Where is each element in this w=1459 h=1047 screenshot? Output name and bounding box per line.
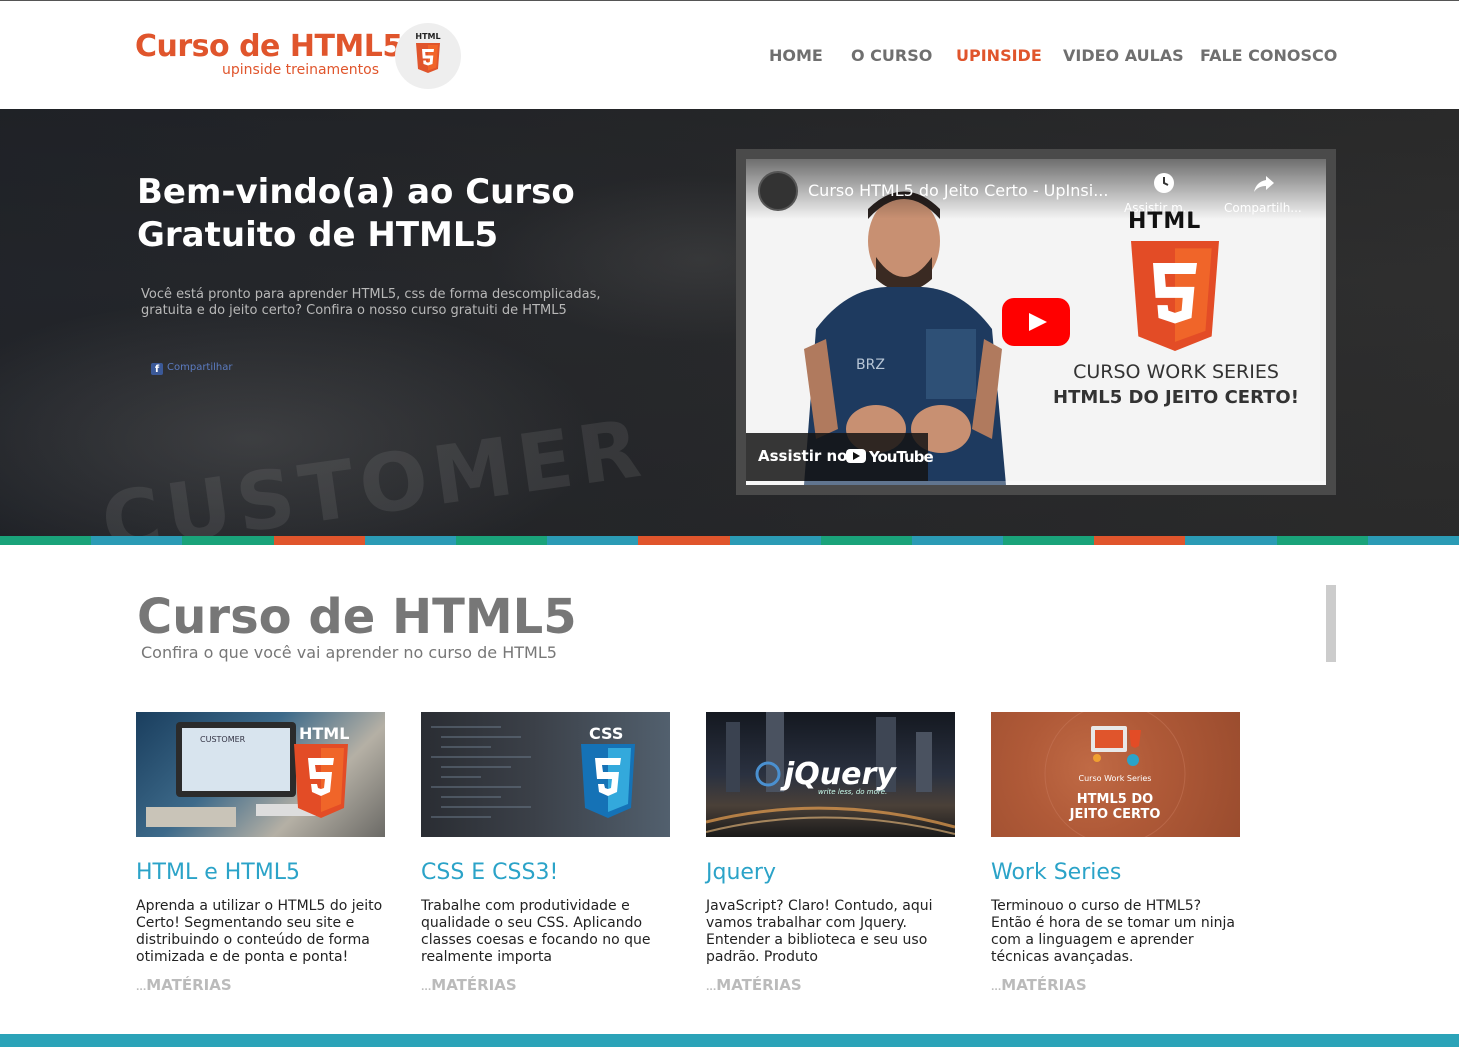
watch-on-youtube-button[interactable]: Assistir no YouTube: [746, 433, 934, 481]
stripe-segment: [820, 536, 912, 545]
stripe-segment: [0, 536, 92, 545]
html5-shield-icon: [1131, 241, 1219, 351]
section-scroll-indicator: [1326, 585, 1336, 662]
section-subtitle: Confira o que você vai aprender no curso…: [141, 643, 557, 662]
stripe-segment: [1185, 536, 1277, 545]
stripe-segment: [182, 536, 274, 545]
share-video-label[interactable]: Compartilh...: [1224, 201, 1302, 215]
youtube-wordmark: YouTube: [869, 448, 934, 466]
logo-title[interactable]: Curso de HTML5: [135, 29, 403, 64]
more-label: MATÉRIAS: [1001, 976, 1087, 994]
card-image-line1: HTML5 DO: [1077, 792, 1153, 807]
share-label: Compartilhar: [167, 362, 233, 373]
nav-fale-conosco[interactable]: FALE CONOSCO: [1200, 46, 1337, 68]
facebook-share-button[interactable]: f Compartilhar: [151, 362, 232, 376]
stripe-segment: [547, 536, 639, 545]
html5-shield-icon: [416, 43, 440, 73]
nav-video-aulas[interactable]: VIDEO AULAS: [1063, 46, 1184, 68]
nav-o-curso[interactable]: O CURSO: [851, 46, 932, 68]
hero-title: Bem-vindo(a) ao Curso Gratuito de HTML5: [137, 172, 575, 255]
facebook-icon: f: [151, 363, 163, 375]
more-label: MATÉRIAS: [716, 976, 802, 994]
card-text: Terminouo o curso de HTML5? Então é hora…: [991, 898, 1235, 965]
card-image-line2: JEITO CERTO: [1069, 807, 1161, 822]
color-stripe: [0, 536, 1459, 545]
thumb-html-label: HTML: [1128, 209, 1202, 234]
more-dots: ...: [706, 983, 717, 993]
card-title[interactable]: Work Series: [991, 860, 1121, 885]
video-progress-bar[interactable]: [746, 481, 1326, 485]
nav-home[interactable]: HOME: [769, 46, 823, 68]
card-more-link[interactable]: ...MATÉRIAS: [706, 976, 802, 994]
section-title: Curso de HTML5: [137, 589, 577, 645]
card-image-label: jQuery: [780, 757, 897, 792]
video-title[interactable]: Curso HTML5 do Jeito Certo - UpInsi...: [808, 181, 1108, 200]
card-image-tagline: write less, do more.: [818, 788, 887, 796]
card-text: Trabalhe com produtividade e qualidade o…: [421, 898, 651, 965]
more-dots: ...: [136, 983, 147, 993]
youtube-video-player[interactable]: BRZ Curso HTML5 do Jeito Certo - UpInsi.…: [746, 159, 1326, 485]
stripe-segment: [911, 536, 1004, 545]
stripe-segment: [455, 536, 548, 545]
thumb-line-2: HTML5 DO JEITO CERTO!: [1053, 387, 1299, 408]
stripe-segment: [364, 536, 456, 545]
card-image-label: HTML: [299, 724, 349, 743]
stripe-segment: [273, 536, 365, 545]
card-more-link[interactable]: ...MATÉRIAS: [991, 976, 1087, 994]
card-title[interactable]: Jquery: [706, 860, 776, 885]
card-image-small: Curso Work Series: [1079, 774, 1152, 783]
card-image-jquery[interactable]: jQuery write less, do more.: [706, 712, 955, 837]
more-label: MATÉRIAS: [431, 976, 517, 994]
card-title[interactable]: HTML e HTML5: [136, 860, 300, 885]
stripe-segment: [638, 536, 730, 545]
card-title[interactable]: CSS E CSS3!: [421, 860, 558, 885]
card-text: JavaScript? Claro! Contudo, aqui vamos t…: [706, 898, 933, 965]
more-label: MATÉRIAS: [146, 976, 232, 994]
youtube-logo-icon: [846, 449, 866, 463]
stripe-segment: [1094, 536, 1186, 545]
nav-upinside[interactable]: UPINSIDE: [956, 46, 1042, 68]
stripe-segment: [91, 536, 183, 545]
clock-icon[interactable]: [1152, 171, 1176, 195]
card-image-html[interactable]: CUSTOMER HTML: [136, 712, 385, 837]
badge-text: HTML: [415, 32, 441, 41]
share-arrow-icon[interactable]: [1252, 171, 1276, 195]
card-image-work-series[interactable]: Curso Work Series HTML5 DO JEITO CERTO: [991, 712, 1240, 837]
card-text: Aprenda a utilizar o HTML5 do jeito Cert…: [136, 898, 383, 965]
site-header: Curso de HTML5 upinside treinamentos HTM…: [0, 0, 1459, 109]
card-image-label: CSS: [589, 724, 623, 743]
hero-text: Você está pronto para aprender HTML5, cs…: [141, 287, 601, 318]
more-dots: ...: [991, 983, 1002, 993]
logo-subtitle: upinside treinamentos: [222, 62, 380, 78]
channel-avatar[interactable]: [758, 171, 798, 211]
more-dots: ...: [421, 983, 432, 993]
card-image-css[interactable]: CSS: [421, 712, 670, 837]
watch-on-label: Assistir no: [758, 447, 848, 465]
stripe-segment: [1276, 536, 1368, 545]
svg-text:BRZ: BRZ: [856, 357, 885, 373]
footer-bar: [0, 1034, 1459, 1047]
card-more-link[interactable]: ...MATÉRIAS: [136, 976, 232, 994]
stripe-segment: [729, 536, 821, 545]
jquery-illustration: jQuery write less, do more.: [706, 712, 955, 835]
stripe-segment: [1367, 536, 1459, 545]
card-more-link[interactable]: ...MATÉRIAS: [421, 976, 517, 994]
stripe-segment: [1003, 536, 1095, 545]
play-button-icon[interactable]: [1002, 298, 1070, 346]
work-series-illustration: Curso Work Series HTML5 DO JEITO CERTO: [1044, 712, 1186, 837]
css-illustration: CSS: [431, 724, 635, 818]
thumb-line-1: CURSO WORK SERIES: [1073, 361, 1279, 383]
html5-badge-icon: HTML: [395, 23, 461, 89]
card-image-word: CUSTOMER: [200, 735, 246, 744]
html-illustration: CUSTOMER HTML: [146, 722, 349, 827]
